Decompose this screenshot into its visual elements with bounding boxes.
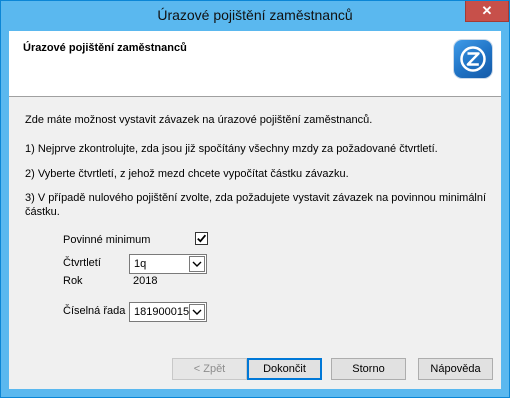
close-icon: ✕ [481,3,493,18]
back-button[interactable]: < Zpět [172,358,247,380]
dialog-client-area: Úrazové pojištění zaměstnanců Zde máte m… [9,31,501,389]
series-value: 181900015 [134,306,190,318]
chevron-down-icon [192,309,202,315]
chevron-down-icon [192,261,202,267]
wizard-header: Úrazové pojištění zaměstnanců [9,31,501,97]
quarter-dropdown-button[interactable] [189,256,205,272]
z-logo-icon [454,40,492,78]
quarter-value: 1q [134,258,147,270]
quarter-select[interactable]: 1q [129,254,207,274]
window-title: Úrazové pojištění zaměstnanců [157,7,353,23]
minimum-label: Povinné minimum [63,234,151,246]
step-3-text-continued: částku. [25,206,60,218]
header-title: Úrazové pojištění zaměstnanců [23,42,187,54]
series-dropdown-button[interactable] [189,304,205,320]
intro-text: Zde máte možnost vystavit závazek na úra… [25,114,373,126]
dialog-window: Úrazové pojištění zaměstnanců ✕ Úrazové … [0,0,510,398]
title-bar[interactable]: Úrazové pojištění zaměstnanců ✕ [1,1,509,31]
minimum-checkbox[interactable] [195,232,208,245]
help-button[interactable]: Nápověda [418,358,493,380]
close-button[interactable]: ✕ [465,1,509,22]
series-select[interactable]: 181900015 [129,302,207,322]
series-label: Číselná řada [63,305,126,317]
year-value: 2018 [133,275,158,287]
step-3-text: 3) V případě nulového pojištění zvolte, … [25,192,487,204]
quarter-label: Čtvrtletí [63,257,101,269]
step-1-text: 1) Nejprve zkontrolujte, zda jsou již sp… [25,143,438,155]
cancel-button[interactable]: Storno [331,358,406,380]
finish-button[interactable]: Dokončit [247,358,322,380]
year-label: Rok [63,275,83,287]
step-2-text: 2) Vyberte čtvrtletí, z jehož mezd chcet… [25,168,349,180]
checkmark-icon [197,234,207,243]
